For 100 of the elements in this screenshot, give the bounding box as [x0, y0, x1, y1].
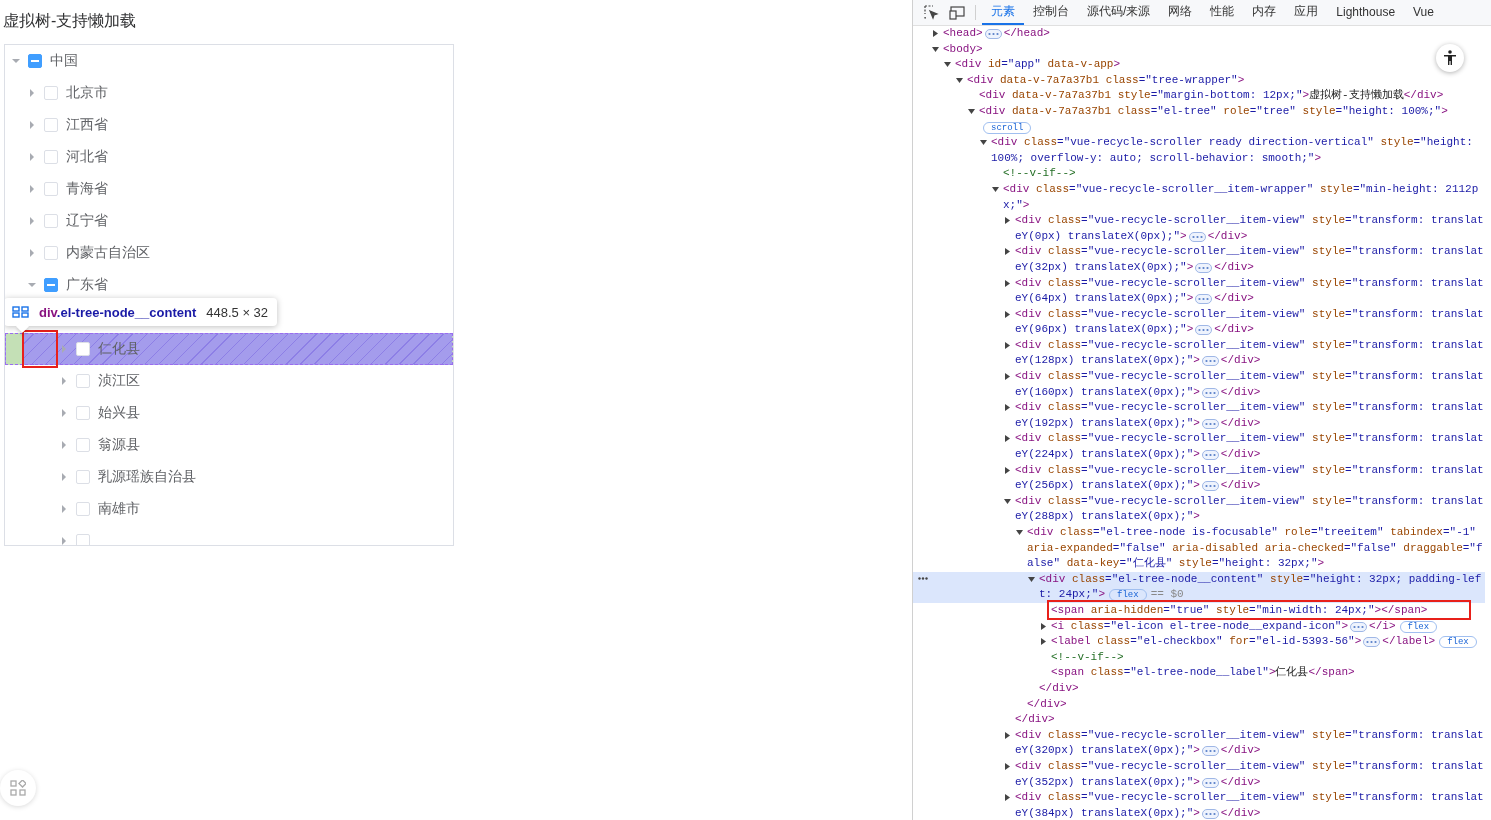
checkbox[interactable] [28, 54, 42, 68]
dom-node[interactable]: <div class="vue-recycle-scroller__item-view" style="transform: translateY(352px) translateX(0px);"> </div> [913, 758, 1485, 791]
device-toolbar-icon[interactable] [949, 5, 966, 20]
inspect-icon[interactable] [924, 5, 939, 20]
caret-icon[interactable] [1004, 248, 1011, 256]
devtools-tab[interactable]: 网络 [1159, 0, 1202, 25]
caret-icon[interactable] [992, 185, 999, 193]
caret-icon[interactable] [1004, 341, 1011, 349]
ellipsis-button[interactable] [1195, 294, 1213, 305]
dom-node[interactable]: <div id="app" data-v-app> [913, 57, 1485, 73]
dom-node[interactable]: <div class="vue-recycle-scroller__item-view" style="transform: translateY(256px) translateX(0px);"> </div> [913, 462, 1485, 494]
ellipsis-button[interactable] [1350, 621, 1368, 632]
caret-icon[interactable] [932, 45, 939, 53]
tree-node-label[interactable]: 始兴县 [98, 404, 140, 422]
devtools-tab[interactable]: 性能 [1201, 0, 1244, 25]
accessibility-button[interactable] [1436, 44, 1464, 72]
tree-node-label[interactable]: 北京市 [66, 84, 108, 102]
devtools-tab[interactable]: 内存 [1243, 0, 1286, 25]
tree-node-label[interactable]: 河北省 [66, 148, 108, 166]
dom-node[interactable]: <!--v-if--> [913, 649, 1485, 666]
tree-node-label[interactable]: 内蒙古自治区 [66, 244, 150, 262]
dom-node[interactable]: <div class="vue-recycle-scroller__item-view" style="transform: translateY(64px) translateX(0px);"> </div> [913, 275, 1485, 307]
ellipsis-button[interactable] [1201, 481, 1219, 492]
ellipsis-icon [1366, 640, 1378, 645]
caret-icon[interactable] [1004, 762, 1011, 770]
dom-node[interactable]: <div class="vue-recycle-scroller ready direction-vertical" style="height: 100%; overflow-y: auto; scroll-behavior: smooth;"> [913, 135, 1485, 167]
devtools-tab[interactable]: 应用 [1285, 0, 1328, 25]
tree-node-label[interactable]: 中国 [50, 52, 78, 70]
caret-icon[interactable] [1004, 310, 1011, 318]
ellipsis-button[interactable] [1201, 777, 1219, 788]
widget-button[interactable] [0, 770, 36, 806]
caret-icon[interactable] [932, 30, 939, 37]
caret-icon[interactable] [1004, 466, 1011, 474]
devtools-tab[interactable]: Vue [1404, 0, 1443, 25]
caret-icon[interactable] [1004, 794, 1011, 802]
caret-icon[interactable] [1004, 279, 1011, 287]
devtools-tab[interactable]: 元素 [982, 0, 1024, 25]
dom-node[interactable]: <!--v-if--> [913, 166, 1485, 182]
ellipsis-button[interactable] [1201, 356, 1219, 367]
caret-icon[interactable] [1016, 529, 1023, 536]
dom-node[interactable]: <div data-v-7a7a37b1 style="margin-bottom: 12px;">虚拟树-支持懒加载</div> [913, 88, 1485, 104]
devtools-tab[interactable]: Lighthouse [1327, 0, 1405, 25]
ellipsis-button[interactable] [1188, 231, 1206, 242]
dom-node[interactable]: <label class="el-checkbox" for="el-id-5393-56"> </label> flex [913, 634, 1485, 650]
checkbox[interactable] [44, 278, 58, 292]
dom-node[interactable]: <head> </head> [913, 26, 1485, 42]
element-selector: div.el-tree-node__content [39, 304, 197, 320]
dom-node[interactable]: <div data-v-7a7a37b1 class="el-tree" role="tree" style="height: 100%;"> scroll [913, 103, 1485, 136]
caret-icon[interactable] [944, 61, 951, 69]
caret-icon[interactable] [1004, 731, 1011, 739]
ellipsis-button[interactable] [1363, 637, 1381, 648]
dom-node[interactable]: <div class="vue-recycle-scroller__item-view" style="transform: translateY(160px) translateX(0px);"> </div> [913, 369, 1485, 401]
dom-node[interactable]: <body> [913, 41, 1485, 58]
caret-icon[interactable] [1040, 622, 1047, 630]
tree-node-label[interactable]: 青海省 [66, 180, 108, 198]
dom-node[interactable]: <div class="vue-recycle-scroller__item-view" style="transform: translateY(288px) translateX(0px);"> [913, 493, 1485, 525]
devtools-tab[interactable]: 控制台 [1024, 0, 1078, 25]
ellipsis-button[interactable] [1201, 808, 1219, 819]
caret-icon[interactable] [1004, 435, 1011, 443]
tree-node-label[interactable]: 辽宁省 [66, 212, 108, 230]
devtools-tab[interactable]: 源代码/来源 [1078, 0, 1160, 25]
ellipsis-button[interactable] [1195, 262, 1213, 273]
dom-node[interactable]: <div class="vue-recycle-scroller__item-view" style="transform: translateY(96px) translateX(0px);"> </div> [913, 306, 1485, 338]
dom-node[interactable]: <div class="vue-recycle-scroller__item-view" style="transform: translateY(320px) translateX(0px);"> </div> [913, 727, 1485, 759]
dom-node[interactable]: <div class="vue-recycle-scroller__item-view" style="transform: translateY(384px) translateX(0px);"> </div> [913, 790, 1485, 820]
ellipsis-button[interactable] [1201, 387, 1219, 398]
tree-node-label[interactable]: 翁源县 [98, 436, 140, 454]
tree-node-label[interactable]: 江西省 [66, 116, 108, 134]
dom-node[interactable]: <div class="el-tree-node is-focusable" role="treeitem" tabindex="-1" aria-expanded="false" aria-disabled aria-checked="false" draggable="false" data-key="仁化县" style="height: 32px;"> [913, 525, 1485, 572]
more-icon[interactable] [918, 576, 928, 580]
ellipsis-button[interactable] [1201, 746, 1219, 757]
caret-icon[interactable] [968, 107, 975, 115]
tree-node-label[interactable]: 南雄市 [98, 500, 140, 518]
closing-tag: </div> [1015, 713, 1055, 726]
tree-node-label[interactable]: 浈江区 [98, 372, 140, 390]
dom-node[interactable]: <div class="vue-recycle-scroller__item-wrapper" style="min-height: 2112px;"> [913, 181, 1485, 214]
tree-node-label[interactable]: 乳源瑶族自治县 [98, 468, 196, 486]
dom-node[interactable]: <div class="vue-recycle-scroller__item-view" style="transform: translateY(224px) translateX(0px);"> </div> [913, 431, 1485, 463]
caret-icon[interactable] [1028, 575, 1035, 583]
caret-icon[interactable] [1004, 497, 1011, 505]
caret-icon[interactable] [1040, 638, 1047, 646]
dom-node[interactable]: <i class="el-icon el-tree-node__expand-icon"> </i> flex [913, 618, 1485, 635]
ellipsis-button[interactable] [1195, 325, 1213, 336]
caret-icon[interactable] [1004, 217, 1011, 225]
dom-node[interactable]: <div class="vue-recycle-scroller__item-view" style="transform: translateY(0px) translateX(0px);"> </div> [913, 213, 1485, 245]
dom-node[interactable]: <div class="vue-recycle-scroller__item-view" style="transform: translateY(192px) translateX(0px);"> </div> [913, 400, 1485, 432]
dom-node[interactable]: <div data-v-7a7a37b1 class="tree-wrapper"> [913, 72, 1485, 89]
dom-node[interactable]: <div class="vue-recycle-scroller__item-view" style="transform: translateY(32px) translateX(0px);"> </div> [913, 244, 1485, 276]
caret-icon[interactable] [1004, 373, 1011, 381]
ellipsis-button[interactable] [1201, 450, 1219, 461]
ellipsis-button[interactable] [1201, 418, 1219, 429]
dom-node[interactable]: <div class="vue-recycle-scroller__item-view" style="transform: translateY(128px) translateX(0px);"> </div> [913, 337, 1485, 370]
tree-node-label[interactable]: 广东省 [66, 276, 108, 294]
dom-node[interactable]: <span aria-hidden="true" style="min-width: 24px;"></span> [913, 602, 1485, 619]
caret-icon[interactable] [956, 76, 963, 84]
caret-icon[interactable] [1004, 404, 1011, 412]
ellipsis-button[interactable] [984, 29, 1002, 39]
caret-icon[interactable] [980, 139, 987, 147]
dom-node[interactable]: <div class="el-tree-node__content" style="height: 32px; padding-left: 24px;"> flex == $0 [913, 571, 1485, 603]
dom-node[interactable]: <span class="el-tree-node__label">仁化县</span> [913, 665, 1485, 681]
